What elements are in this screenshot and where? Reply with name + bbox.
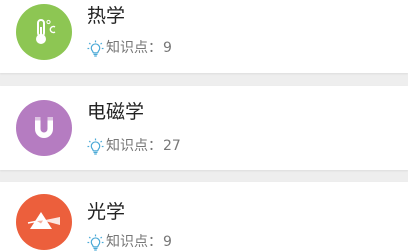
knowledge-points-label: 知识点： — [106, 234, 162, 250]
knowledge-points: 知识点： 9 — [87, 233, 172, 251]
knowledge-points-count: 9 — [163, 40, 172, 56]
subject-card-thermal[interactable]: 热学 知识点： 9 — [0, 0, 408, 73]
lightbulb-icon — [87, 138, 104, 155]
subject-list: 热学 知识点： 9 电磁学 知识点： 27 光学 知识点： 9 — [0, 0, 408, 252]
knowledge-points-count: 27 — [163, 138, 181, 154]
subject-title: 电磁学 — [87, 101, 145, 123]
knowledge-points: 知识点： 27 — [87, 137, 181, 155]
subject-card-electromagnetism[interactable]: 电磁学 知识点： 27 — [0, 86, 408, 170]
lightbulb-icon — [87, 40, 104, 57]
prism-icon — [16, 194, 72, 250]
subject-card-optics[interactable]: 光学 知识点： 9 — [0, 182, 408, 252]
subject-title: 光学 — [87, 201, 126, 223]
knowledge-points-count: 9 — [163, 234, 172, 250]
knowledge-points-label: 知识点： — [106, 138, 162, 154]
magnet-icon — [16, 100, 72, 156]
subject-title: 热学 — [87, 5, 126, 27]
lightbulb-icon — [87, 234, 104, 251]
knowledge-points: 知识点： 9 — [87, 39, 172, 57]
thermometer-icon — [16, 4, 72, 60]
knowledge-points-label: 知识点： — [106, 40, 162, 56]
